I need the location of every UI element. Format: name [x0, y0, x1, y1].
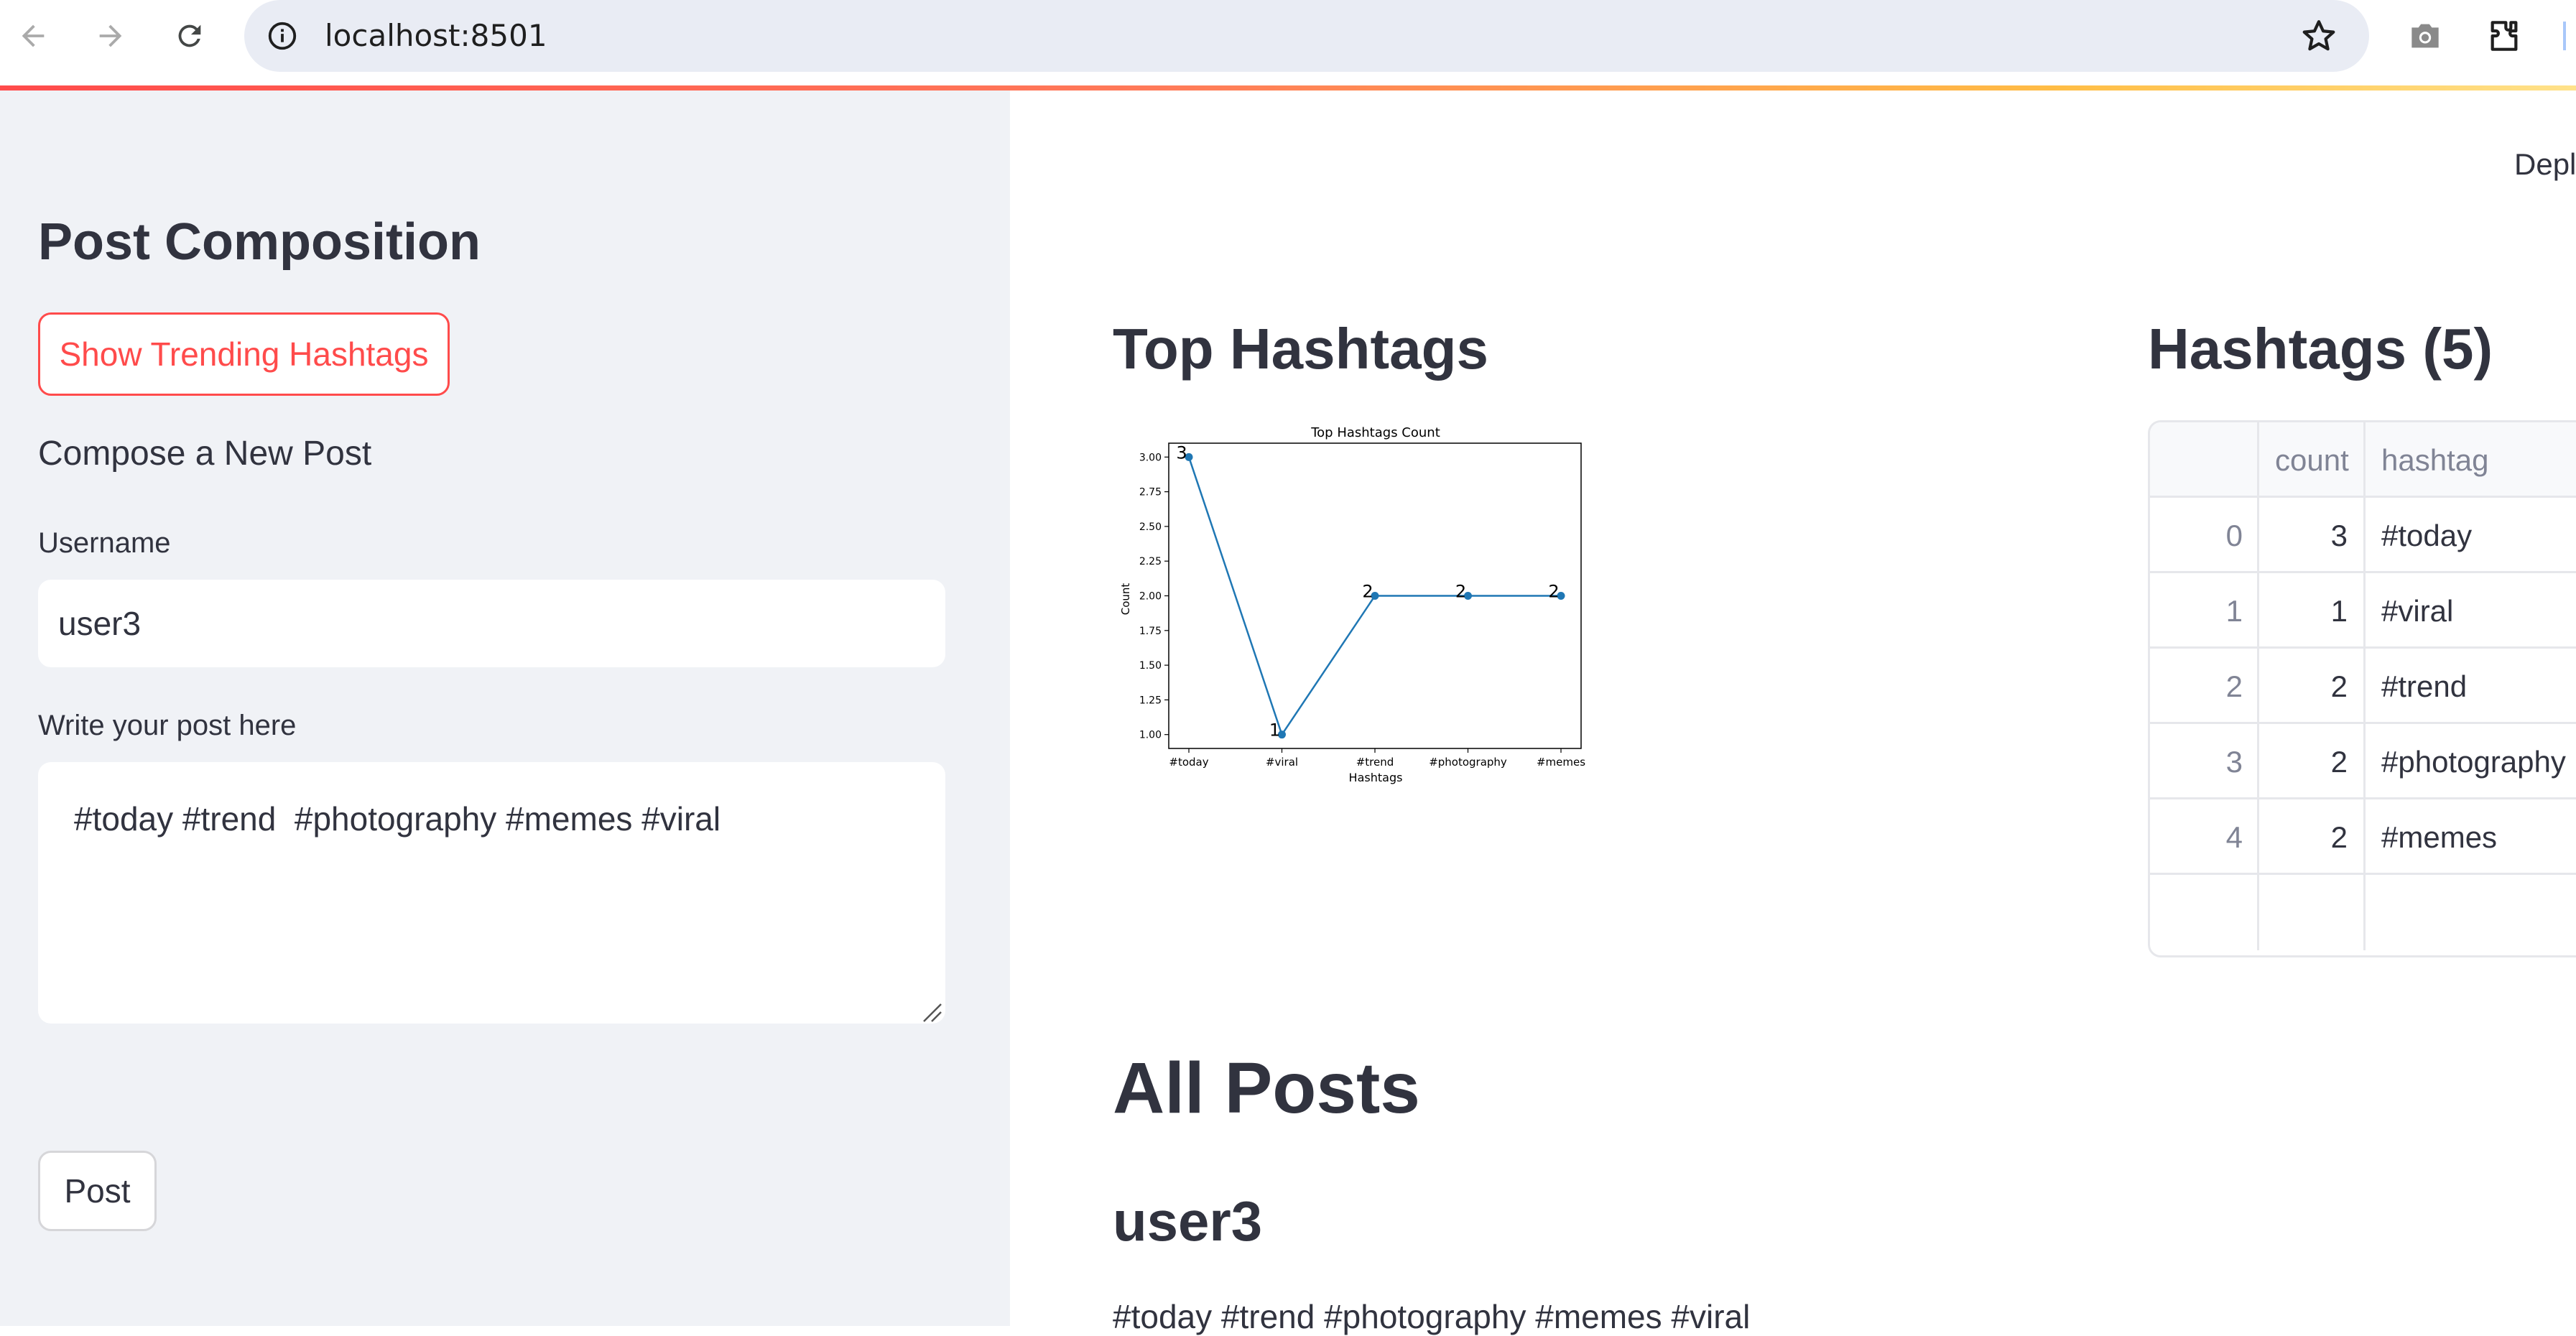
hashtag-cell[interactable]: #viral: [2366, 573, 2576, 649]
y-tick-label: 2.50: [1139, 521, 1162, 533]
top-hashtags-chart: Top Hashtags Count Count Hashtags 1.00 1.…: [1113, 420, 1594, 794]
table-row[interactable]: 3 2 #photography: [2150, 724, 2576, 799]
hashtag-cell[interactable]: #today: [2366, 498, 2576, 573]
x-tick-label: #memes: [1537, 756, 1585, 769]
row-index: 1: [2150, 573, 2259, 649]
row-index: 4: [2150, 799, 2259, 875]
table-row[interactable]: 0 3 #today: [2150, 498, 2576, 573]
row-index: 2: [2150, 649, 2259, 724]
username-label: Username: [38, 527, 171, 559]
url-text[interactable]: localhost:8501: [325, 16, 547, 56]
count-cell[interactable]: 2: [2259, 799, 2366, 875]
back-button[interactable]: [13, 16, 53, 56]
hashtags-table[interactable]: count hashtag 0 3 #today 1 1 #viral 2 2 …: [2148, 420, 2576, 957]
hashtag-cell[interactable]: #photography: [2366, 724, 2576, 799]
show-trending-hashtags-button[interactable]: Show Trending Hashtags: [38, 312, 450, 396]
compose-subheading: Compose a New Post: [38, 435, 372, 473]
table-header-row: count hashtag: [2150, 422, 2576, 498]
post-textarea[interactable]: #today #trend #photography #memes #viral: [38, 762, 945, 1024]
post-button[interactable]: Post: [38, 1151, 157, 1231]
info-icon[interactable]: [266, 19, 299, 52]
sidebar-title: Post Composition: [38, 213, 481, 271]
hashtag-cell[interactable]: #memes: [2366, 799, 2576, 875]
header-hashtag[interactable]: hashtag: [2366, 422, 2576, 498]
deploy-button[interactable]: Deploy: [2514, 147, 2576, 182]
table-row[interactable]: 4 2 #memes: [2150, 799, 2576, 875]
count-cell[interactable]: 3: [2259, 498, 2366, 573]
star-icon[interactable]: [2299, 16, 2339, 56]
y-tick-label: 1.50: [1139, 660, 1162, 672]
browser-toolbar: localhost:8501: [0, 0, 2576, 87]
table-row[interactable]: 1 1 #viral: [2150, 573, 2576, 649]
post-content: #today #trend #photography #memes #viral: [1113, 1298, 1751, 1335]
empty-cell: [2366, 875, 2576, 950]
username-input[interactable]: [38, 580, 945, 667]
app-header-decoration: [0, 85, 2576, 91]
back-icon: [22, 24, 45, 47]
y-tick-label: 2.25: [1139, 556, 1162, 567]
x-tick-label: #today: [1169, 756, 1208, 769]
profile-edge: [2563, 22, 2566, 50]
data-label: 1: [1269, 720, 1280, 741]
count-cell[interactable]: 2: [2259, 649, 2366, 724]
empty-cell: [2259, 875, 2366, 950]
count-cell[interactable]: 2: [2259, 724, 2366, 799]
resize-handle-icon[interactable]: [921, 1001, 942, 1023]
count-cell[interactable]: 1: [2259, 573, 2366, 649]
row-index: 3: [2150, 724, 2259, 799]
data-label: 2: [1455, 582, 1466, 602]
post-label: Write your post here: [38, 710, 297, 741]
data-label: 2: [1548, 582, 1559, 602]
line-chart: Top Hashtags Count Count Hashtags 1.00 1.…: [1119, 425, 1585, 784]
address-bar[interactable]: localhost:8501: [244, 0, 2369, 72]
y-axis-label: Count: [1119, 583, 1132, 616]
post-username: user3: [1113, 1189, 1263, 1253]
y-tick-label: 1.00: [1139, 730, 1162, 741]
data-label: 2: [1362, 582, 1373, 602]
data-label: 3: [1176, 442, 1187, 463]
y-tick-label: 1.25: [1139, 695, 1162, 706]
camera-icon[interactable]: [2405, 16, 2445, 56]
hashtags-table-heading: Hashtags (5): [2148, 317, 2493, 381]
y-tick-label: 1.75: [1139, 626, 1162, 637]
y-tick-label: 3.00: [1139, 452, 1162, 463]
x-tick-label: #photography: [1429, 756, 1507, 769]
header-count[interactable]: count: [2259, 422, 2366, 498]
reload-icon: [178, 24, 201, 47]
row-index: 0: [2150, 498, 2259, 573]
all-posts-heading: All Posts: [1113, 1048, 1420, 1128]
table-empty-row[interactable]: [2150, 875, 2576, 950]
header-index: [2150, 422, 2259, 498]
forward-icon: [99, 24, 122, 47]
reload-button[interactable]: [170, 16, 210, 56]
table-row[interactable]: 2 2 #trend: [2150, 649, 2576, 724]
x-axis-label: Hashtags: [1349, 771, 1403, 784]
y-tick-label: 2.00: [1139, 591, 1162, 603]
y-tick-label: 2.75: [1139, 487, 1162, 498]
empty-cell: [2150, 875, 2259, 950]
forward-button[interactable]: [91, 16, 131, 56]
chart-title: Top Hashtags Count: [1310, 425, 1440, 440]
sidebar: Post Composition Show Trending Hashtags …: [0, 91, 1010, 1326]
top-hashtags-heading: Top Hashtags: [1113, 317, 1489, 381]
x-tick-label: #viral: [1266, 756, 1298, 769]
x-tick-label: #trend: [1356, 756, 1394, 769]
hashtag-cell[interactable]: #trend: [2366, 649, 2576, 724]
extensions-icon[interactable]: [2484, 16, 2524, 56]
